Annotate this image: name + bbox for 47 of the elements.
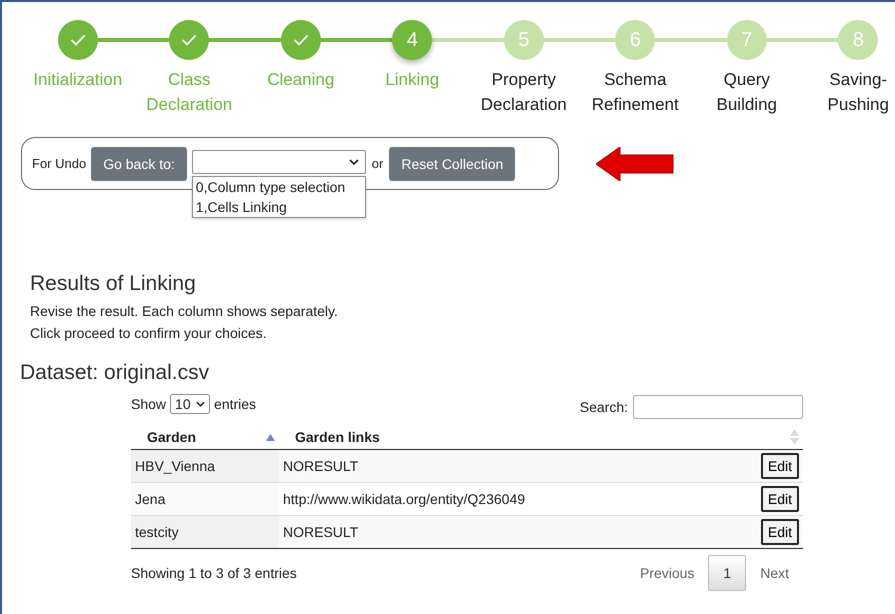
check-icon bbox=[70, 34, 86, 46]
step-label: Property Declaration bbox=[480, 69, 568, 116]
edit-button[interactable]: Edit bbox=[760, 519, 799, 545]
go-back-select[interactable] bbox=[192, 150, 366, 174]
arrow-icon bbox=[596, 146, 674, 180]
chevron-icon bbox=[196, 401, 206, 407]
table-cell: testcity bbox=[131, 516, 279, 548]
undo-label: For Undo bbox=[32, 156, 86, 171]
go-back-button[interactable]: Go back to: bbox=[91, 146, 187, 180]
step-number: 5 bbox=[518, 28, 530, 52]
check-icon bbox=[292, 34, 309, 46]
instruction-text: Click proceed to confirm your choices. bbox=[30, 326, 268, 341]
table-cell: HBV_Vienna bbox=[131, 450, 279, 482]
step-label: Cleaning bbox=[266, 69, 336, 91]
table-cell: NORESULT bbox=[279, 516, 753, 548]
or-text: or bbox=[372, 156, 384, 171]
edit-button[interactable]: Edit bbox=[760, 453, 799, 479]
chevron-icon bbox=[348, 158, 359, 164]
step-label: Linking bbox=[384, 69, 440, 91]
show-label: Show bbox=[131, 396, 166, 412]
reset-collection-button[interactable]: Reset Collection bbox=[389, 146, 516, 180]
step-number: 8 bbox=[852, 28, 864, 52]
step-label: Class Declaration bbox=[145, 69, 234, 116]
search-field[interactable] bbox=[633, 395, 803, 419]
step-label: Saving-Pushing bbox=[826, 69, 890, 116]
instruction-text: Revise the result. Each column shows separately. bbox=[30, 304, 339, 319]
pagination-link[interactable]: Previous bbox=[626, 556, 708, 590]
step-label: Schema Refinement bbox=[590, 69, 680, 116]
search-label: Search: bbox=[580, 399, 628, 415]
dropdown-option[interactable]: 0,Column type selection bbox=[192, 176, 365, 196]
dropdown-option[interactable]: 1,Cells Linking bbox=[192, 196, 365, 216]
step-label: Query Building bbox=[716, 69, 778, 116]
entries-select[interactable]: 10 bbox=[170, 394, 210, 414]
check-icon bbox=[181, 34, 198, 46]
table-cell: NORESULT bbox=[279, 450, 753, 482]
page-button[interactable]: 1 bbox=[708, 555, 746, 591]
entries-label: entries bbox=[214, 396, 256, 412]
dataset-title: Dataset: original.csv bbox=[20, 361, 210, 385]
entries-info: Showing 1 to 3 of 3 entries bbox=[131, 565, 297, 581]
table-cell: Jena bbox=[131, 482, 279, 516]
pagination-link[interactable]: Next bbox=[746, 556, 803, 590]
step-number: 6 bbox=[630, 28, 641, 52]
step-number: 4 bbox=[406, 28, 418, 52]
step-label: Initialization bbox=[32, 69, 124, 91]
step-number: 7 bbox=[741, 28, 752, 52]
edit-button[interactable]: Edit bbox=[760, 486, 799, 512]
results-title: Results of Linking bbox=[30, 272, 197, 296]
